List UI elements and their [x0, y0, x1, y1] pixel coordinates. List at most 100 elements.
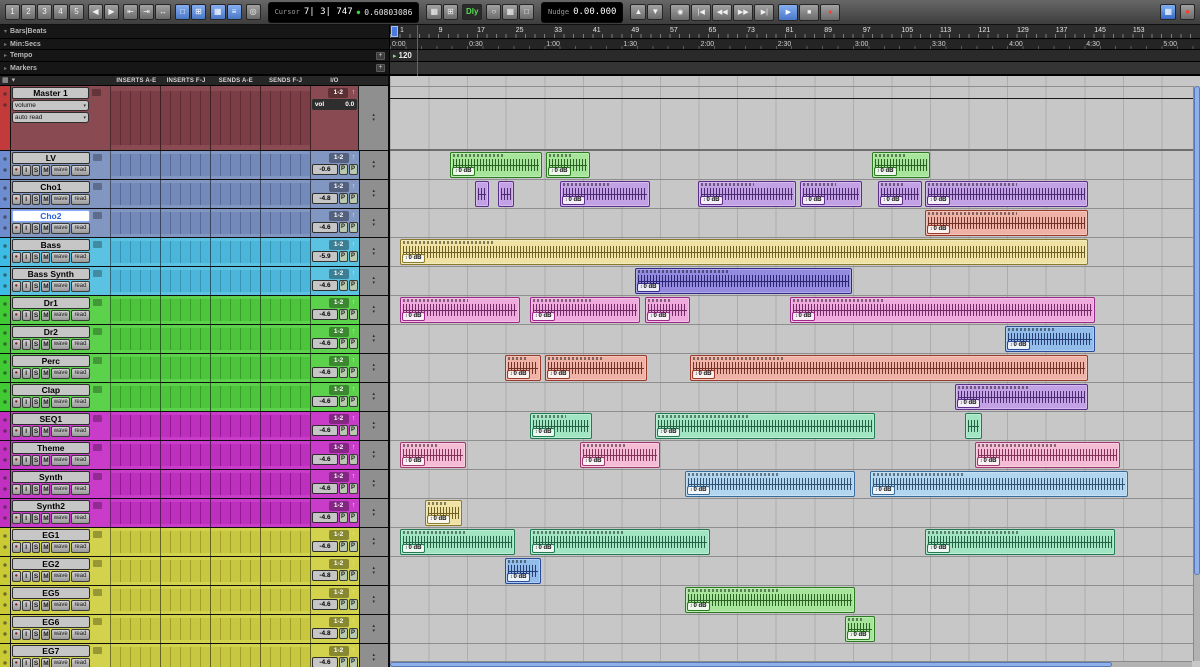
automation-mode-selector[interactable]: read — [71, 455, 90, 466]
track-color-strip[interactable] — [0, 499, 11, 527]
audio-clip[interactable]: ↕0 dB — [645, 297, 690, 323]
output-path[interactable]: 1-2 — [329, 385, 349, 395]
pan-right[interactable]: P — [349, 193, 358, 204]
sends-f-j-slots[interactable] — [261, 557, 311, 585]
nudge-step-button[interactable]: ▲ — [630, 4, 646, 20]
audio-clip[interactable]: ↕0 dB — [400, 529, 515, 555]
clip-gain-badge[interactable]: ↕0 dB — [792, 312, 815, 321]
track-options-column[interactable]: ▴▾ — [359, 383, 388, 411]
inserts-f-j-slots[interactable] — [161, 238, 211, 266]
track-options-column[interactable]: ▴▾ — [359, 267, 388, 295]
smart-tool-button[interactable]: ≡ — [227, 4, 242, 20]
mute-button[interactable]: M — [41, 281, 50, 292]
track-options-column[interactable]: ▴▾ — [359, 151, 388, 179]
clip-gain-badge[interactable]: ↕0 dB — [1007, 341, 1030, 350]
pan-right[interactable]: P — [349, 396, 358, 407]
zoom-tool-button[interactable]: □ — [175, 4, 190, 20]
track-color-strip[interactable] — [0, 354, 11, 382]
vertical-scroll-thumb[interactable] — [1194, 86, 1200, 575]
mute-button[interactable]: M — [41, 368, 50, 379]
sends-a-e-slots[interactable] — [211, 354, 261, 382]
inserts-f-j-slots[interactable] — [161, 615, 211, 643]
inserts-f-j-slots[interactable] — [161, 354, 211, 382]
nudge-value[interactable]: 0.00.000 — [573, 7, 616, 17]
track-options-column[interactable]: ▴▾ — [359, 441, 388, 469]
input-monitor-button[interactable]: I — [22, 658, 31, 667]
output-path[interactable]: 1-2 — [329, 356, 349, 366]
clip-gain-badge[interactable]: ↕0 dB — [872, 486, 895, 495]
pan-right[interactable]: P — [349, 338, 358, 349]
volume-display[interactable]: -4.6 — [312, 541, 337, 552]
session-misc-button[interactable]: ▦ — [502, 4, 518, 20]
record-enable-button[interactable]: ● — [12, 426, 21, 437]
playlist-selector[interactable]: wave — [51, 339, 70, 350]
timeline-selection-marker[interactable] — [391, 26, 398, 37]
pan-left[interactable]: P — [339, 541, 348, 552]
audio-clip[interactable]: ↕0 dB — [925, 210, 1088, 236]
window-doc-button[interactable]: ▦ — [1160, 4, 1176, 20]
input-monitor-button[interactable]: I — [22, 397, 31, 408]
inserts-f-j-slots[interactable] — [161, 325, 211, 353]
pan-right[interactable]: P — [349, 222, 358, 233]
sends-a-e-slots[interactable] — [211, 615, 261, 643]
input-monitor-button[interactable]: I — [22, 194, 31, 205]
zoom-preset-button[interactable]: 3 — [37, 4, 52, 20]
mute-button[interactable]: M — [41, 310, 50, 321]
bars-ruler[interactable]: 1917253341495765738189971051131211291371… — [390, 25, 1200, 39]
clip-gain-badge[interactable]: ↕0 dB — [532, 428, 555, 437]
pan-left[interactable]: P — [339, 425, 348, 436]
track-lane[interactable] — [390, 86, 1200, 151]
track-view-box[interactable] — [90, 615, 112, 643]
audio-clip[interactable]: ↕0 dB — [872, 152, 930, 178]
automation-mode-selector[interactable]: read — [71, 310, 90, 321]
zoom-preset-button[interactable]: 1 — [5, 4, 20, 20]
input-monitor-button[interactable]: I — [22, 484, 31, 495]
input-monitor-button[interactable]: I — [22, 513, 31, 524]
sends-a-e-slots[interactable] — [211, 383, 261, 411]
track-options-column[interactable]: ▴▾ — [359, 209, 388, 237]
solo-button[interactable]: S — [32, 281, 41, 292]
track-color-strip[interactable] — [0, 644, 11, 667]
tempo-value[interactable]: 120 — [399, 51, 412, 60]
zoom-preset-button[interactable]: 4 — [53, 4, 68, 20]
inserts-a-e-slots[interactable] — [111, 644, 161, 667]
sends-f-j-slots[interactable] — [261, 238, 311, 266]
volume-display[interactable]: -4.8 — [312, 628, 337, 639]
input-monitor-button[interactable]: I — [22, 223, 31, 234]
track-options-column[interactable]: ▴▾ — [359, 557, 388, 585]
mute-button[interactable]: M — [41, 223, 50, 234]
tempo-ruler[interactable]: ▸ 120 — [390, 50, 1200, 62]
pan-left[interactable]: P — [339, 367, 348, 378]
track-color-strip[interactable] — [0, 209, 11, 237]
audio-clip[interactable] — [498, 181, 514, 207]
sends-f-j-slots[interactable] — [261, 441, 311, 469]
playlist-selector[interactable]: wave — [51, 397, 70, 408]
sends-a-e-slots[interactable] — [211, 86, 261, 150]
track-options-column[interactable]: ▴▾ — [359, 412, 388, 440]
pan-left[interactable]: P — [339, 280, 348, 291]
playlist-selector[interactable]: wave — [51, 426, 70, 437]
track-view-box[interactable] — [90, 412, 112, 440]
output-path[interactable]: 1-2 — [329, 501, 349, 511]
playlist-selector[interactable]: wave — [51, 252, 70, 263]
clip-gain-badge[interactable]: ↕0 dB — [402, 457, 425, 466]
clip-gain-badge[interactable]: ↕0 dB — [687, 602, 710, 611]
solo-button[interactable]: S — [32, 252, 41, 263]
track-color-strip[interactable] — [0, 267, 11, 295]
audio-clip[interactable]: ↕0 dB — [580, 442, 660, 468]
sends-f-j-slots[interactable] — [261, 86, 311, 150]
transport-nav-button[interactable]: ◀◀ — [712, 4, 732, 21]
clip-gain-badge[interactable]: ↕0 dB — [532, 544, 555, 553]
inserts-a-e-slots[interactable] — [111, 86, 161, 150]
audio-clip[interactable]: ↕0 dB — [505, 355, 541, 381]
record-enable-button[interactable]: ● — [12, 600, 21, 611]
sends-a-e-slots[interactable] — [211, 267, 261, 295]
inserts-a-e-slots[interactable] — [111, 412, 161, 440]
inserts-a-e-slots[interactable] — [111, 180, 161, 208]
record-enable-button[interactable]: ● — [12, 658, 21, 667]
ruler-label-min-secs[interactable]: ▸ Min:Secs — [0, 39, 389, 51]
pan-right[interactable]: P — [349, 164, 358, 175]
volume-display[interactable]: -4.6 — [312, 483, 337, 494]
inserts-a-e-slots[interactable] — [111, 470, 161, 498]
transport-nav-button[interactable]: ◉ — [670, 4, 690, 21]
